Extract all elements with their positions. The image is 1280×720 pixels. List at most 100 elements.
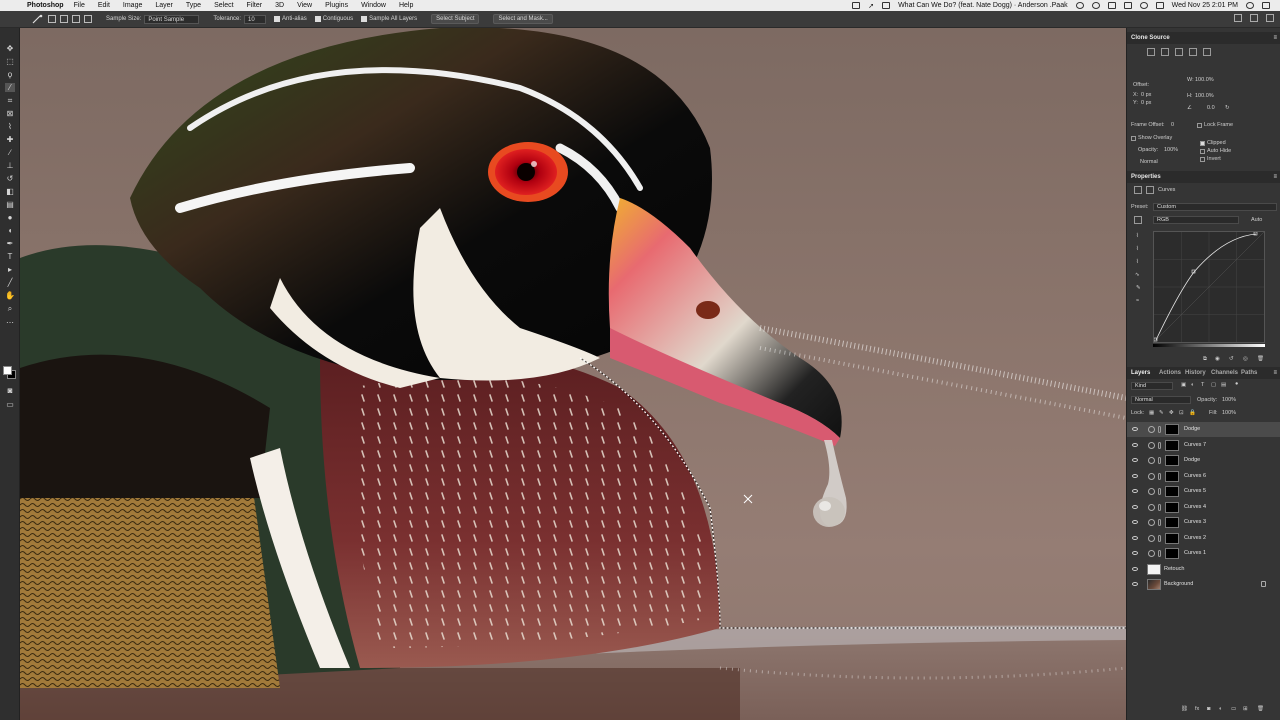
contiguous-checkbox[interactable] bbox=[314, 16, 321, 22]
layer-row-curves-6[interactable]: Curves 6 bbox=[1127, 469, 1280, 484]
reset-transform-icon[interactable]: ↻ bbox=[1225, 105, 1230, 111]
offset-y-input[interactable]: 0 px bbox=[1141, 100, 1151, 106]
delete-layer-icon[interactable]: 🗑 bbox=[1257, 706, 1264, 712]
opacity-input[interactable]: 100% bbox=[1222, 397, 1236, 403]
layer-row-curves-1[interactable]: Curves 1 bbox=[1127, 546, 1280, 561]
lock-frame-checkbox[interactable] bbox=[1197, 123, 1202, 128]
mask-link-icon[interactable] bbox=[1158, 442, 1161, 449]
new-adjustment-layer-icon[interactable]: ◐ bbox=[1219, 706, 1222, 712]
input-gradient-slider[interactable] bbox=[1153, 344, 1265, 347]
channel-dropdown[interactable]: RGB bbox=[1153, 216, 1239, 224]
layer-mask-thumbnail[interactable] bbox=[1165, 517, 1179, 528]
sample-black-point-icon[interactable]: ⌇ bbox=[1136, 233, 1139, 239]
width-scale-input[interactable]: 100.0% bbox=[1195, 77, 1214, 83]
layer-row-curves-5[interactable]: Curves 5 bbox=[1127, 484, 1280, 499]
now-playing-text[interactable]: What Can We Do? (feat. Nate Dogg) · Ande… bbox=[898, 2, 1068, 9]
invert-checkbox[interactable] bbox=[1200, 157, 1205, 162]
crop-tool-icon[interactable]: ⌗ bbox=[5, 96, 15, 105]
select-subject-button[interactable]: Select Subject bbox=[431, 14, 480, 24]
reset-adjustment-icon[interactable]: ↺ bbox=[1229, 356, 1234, 362]
visibility-eye-icon[interactable] bbox=[1132, 474, 1138, 478]
layer-mask-thumbnail[interactable] bbox=[1165, 440, 1179, 451]
sample-gray-point-icon[interactable]: ⌇ bbox=[1136, 246, 1139, 252]
control-center-icon[interactable] bbox=[1262, 2, 1270, 9]
new-group-icon[interactable]: ▭ bbox=[1231, 706, 1236, 712]
lock-all-icon[interactable]: 🔒 bbox=[1189, 410, 1196, 416]
visibility-eye-icon[interactable] bbox=[1132, 489, 1138, 493]
marquee-tool-icon[interactable]: ⬚ bbox=[5, 57, 15, 66]
clipped-checkbox[interactable] bbox=[1200, 141, 1205, 146]
filter-pixel-icon[interactable]: ▣ bbox=[1181, 382, 1186, 388]
visibility-eye-icon[interactable] bbox=[1132, 458, 1138, 462]
mask-link-icon[interactable] bbox=[1158, 550, 1161, 557]
menu-file[interactable]: File bbox=[74, 2, 85, 9]
clock-text[interactable]: Wed Nov 25 2:01 PM bbox=[1172, 2, 1238, 9]
layer-mask-thumbnail[interactable] bbox=[1165, 486, 1179, 497]
visibility-eye-icon[interactable] bbox=[1132, 505, 1138, 509]
auto-hide-checkbox[interactable] bbox=[1200, 149, 1205, 154]
layers-menu-icon[interactable]: ≡ bbox=[1273, 367, 1277, 379]
search-icon[interactable] bbox=[1234, 14, 1242, 22]
move-tool-icon[interactable]: ✥ bbox=[5, 44, 15, 53]
clone-source-2-icon[interactable] bbox=[1161, 48, 1169, 56]
curves-graph[interactable] bbox=[1153, 231, 1265, 343]
toggle-visibility-icon[interactable]: ◎ bbox=[1243, 356, 1248, 362]
layer-row-dodge[interactable]: Dodge bbox=[1127, 422, 1280, 437]
blur-tool-icon[interactable]: ● bbox=[5, 213, 15, 222]
on-image-adjust-icon[interactable] bbox=[1134, 216, 1142, 224]
gradient-tool-icon[interactable]: ▤ bbox=[5, 200, 15, 209]
overlay-opacity-input[interactable]: 100% bbox=[1164, 147, 1178, 153]
sample-all-layers-checkbox[interactable] bbox=[361, 16, 368, 22]
workspace-icon[interactable] bbox=[1250, 14, 1258, 22]
menu-select[interactable]: Select bbox=[214, 2, 233, 9]
add-mask-icon[interactable]: ◙ bbox=[1207, 706, 1210, 712]
layer-row-background[interactable]: Background bbox=[1127, 577, 1280, 592]
play-icon[interactable] bbox=[1075, 2, 1084, 9]
intersect-selection-icon[interactable] bbox=[84, 15, 92, 23]
panel-menu-icon[interactable]: ≡ bbox=[1273, 32, 1277, 44]
lock-position-icon[interactable]: ✥ bbox=[1169, 410, 1174, 416]
stop-record-icon[interactable] bbox=[852, 2, 861, 9]
blend-mode-dropdown[interactable]: Normal bbox=[1131, 396, 1191, 404]
new-selection-icon[interactable] bbox=[48, 15, 56, 23]
layer-row-curves-3[interactable]: Curves 3 bbox=[1127, 515, 1280, 530]
filter-shape-icon[interactable]: ▢ bbox=[1211, 382, 1216, 388]
layer-row-retouch[interactable]: Retouch bbox=[1127, 562, 1280, 577]
history-brush-tool-icon[interactable]: ↺ bbox=[5, 174, 15, 183]
visibility-eye-icon[interactable] bbox=[1132, 551, 1138, 555]
share-icon[interactable] bbox=[1266, 14, 1274, 22]
visibility-eye-icon[interactable] bbox=[1132, 520, 1138, 524]
curve-line[interactable] bbox=[1153, 231, 1265, 343]
layer-style-icon[interactable]: fx bbox=[1195, 706, 1199, 712]
layer-row-curves-7[interactable]: Curves 7 bbox=[1127, 438, 1280, 453]
offset-x-input[interactable]: 0 px bbox=[1141, 92, 1151, 98]
spotlight-search-icon[interactable] bbox=[1246, 2, 1254, 9]
color-swatches[interactable] bbox=[3, 366, 17, 380]
clone-source-3-icon[interactable] bbox=[1175, 48, 1183, 56]
zoom-tool-icon[interactable]: ⌕ bbox=[5, 304, 15, 313]
dropbox-icon[interactable] bbox=[1107, 2, 1116, 9]
lock-image-icon[interactable]: ✎ bbox=[1159, 410, 1164, 416]
visibility-eye-icon[interactable] bbox=[1132, 582, 1138, 586]
layer-mask-thumbnail[interactable] bbox=[1165, 502, 1179, 513]
tab-actions[interactable]: Actions bbox=[1159, 367, 1181, 379]
mask-link-icon[interactable] bbox=[1158, 426, 1161, 433]
battery-icon[interactable] bbox=[1123, 2, 1132, 9]
layer-mask-thumbnail[interactable] bbox=[1165, 548, 1179, 559]
anti-alias-checkbox[interactable] bbox=[274, 16, 281, 22]
subtract-selection-icon[interactable] bbox=[72, 15, 80, 23]
visibility-eye-icon[interactable] bbox=[1132, 427, 1138, 431]
wifi-icon[interactable] bbox=[1139, 2, 1148, 9]
menu-filter[interactable]: Filter bbox=[247, 2, 263, 9]
tab-paths[interactable]: Paths bbox=[1241, 367, 1257, 379]
layer-mask-icon[interactable] bbox=[1146, 186, 1154, 194]
brush-tool-icon[interactable]: ∕ bbox=[5, 148, 15, 157]
overlay-blend-dropdown[interactable]: Normal bbox=[1140, 159, 1158, 165]
layer-filter-dropdown[interactable]: Kind bbox=[1131, 382, 1173, 390]
hand-tool-icon[interactable]: ✋ bbox=[5, 291, 15, 300]
layer-row-curves-2[interactable]: Curves 2 bbox=[1127, 531, 1280, 546]
healing-brush-tool-icon[interactable]: ✚ bbox=[5, 135, 15, 144]
screen-mode-icon[interactable]: ▭ bbox=[5, 400, 15, 409]
frame-offset-input[interactable]: 0 bbox=[1171, 122, 1174, 128]
lasso-tool-icon[interactable]: ϙ bbox=[5, 70, 15, 79]
